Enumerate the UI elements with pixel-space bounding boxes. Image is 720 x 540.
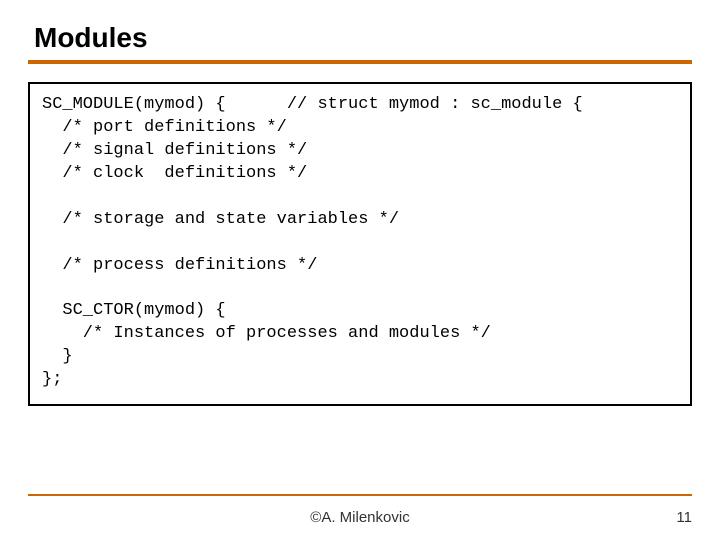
footer-page-number: 11 [676, 509, 692, 526]
code-line: /* Instances of processes and modules */ [42, 324, 491, 343]
code-line: /* storage and state variables */ [42, 210, 399, 229]
code-line: /* signal definitions */ [42, 141, 307, 160]
code-line: /* clock definitions */ [42, 164, 307, 183]
code-line: SC_CTOR(mymod) { [42, 301, 226, 320]
footer-author: ©A. Milenkovic [0, 509, 720, 526]
code-line: }; [42, 370, 62, 389]
footer-divider [28, 494, 692, 496]
title-underline [28, 60, 692, 64]
slide-title: Modules [28, 22, 692, 54]
code-line: /* port definitions */ [42, 118, 287, 137]
code-box: SC_MODULE(mymod) { // struct mymod : sc_… [28, 82, 692, 406]
code-line: /* process definitions */ [42, 256, 317, 275]
slide: Modules SC_MODULE(mymod) { // struct mym… [0, 0, 720, 540]
code-line: SC_MODULE(mymod) { // struct mymod : sc_… [42, 95, 583, 114]
code-line: } [42, 347, 73, 366]
